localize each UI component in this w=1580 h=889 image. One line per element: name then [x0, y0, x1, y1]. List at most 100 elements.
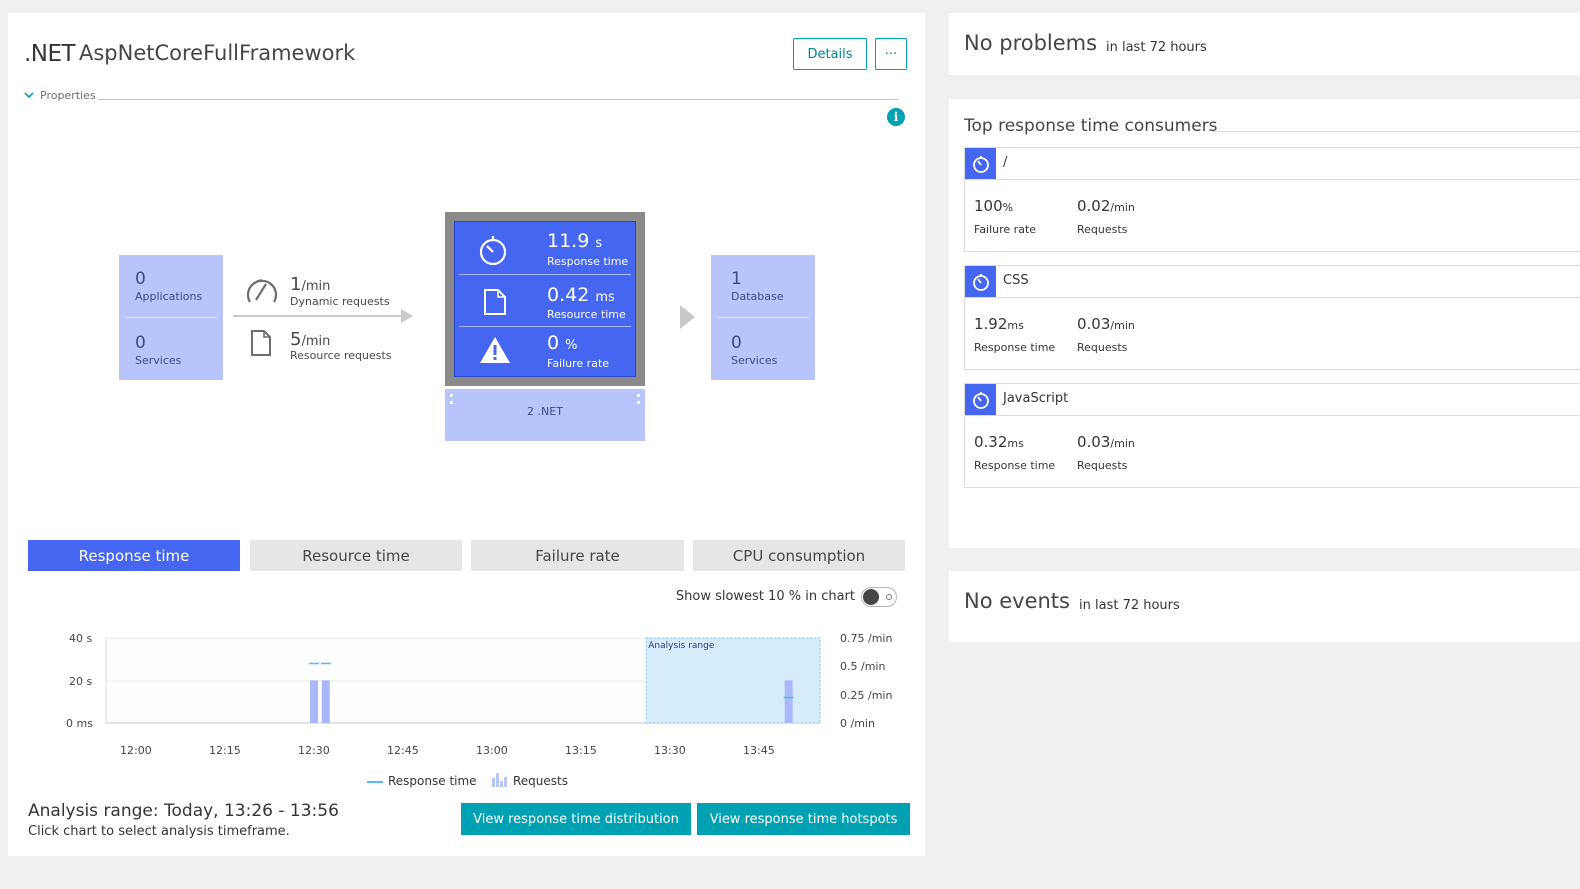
analysis-range-label: Analysis range — [648, 641, 715, 651]
consumer-card[interactable]: CSS 1.92ms Response time 0.03/min Reques… — [964, 265, 1580, 370]
more-actions-button[interactable]: ··· — [875, 38, 907, 70]
view-hotspots-button[interactable]: View response time hotspots — [697, 803, 910, 835]
x-tick-label: 12:30 — [298, 744, 330, 757]
consumer-metric-2-label: Requests — [1077, 223, 1128, 236]
request-icon — [965, 148, 996, 179]
x-axis-ticks: 12:00 12:15 12:30 12:45 13:00 13:15 13:30 13:45 — [8, 744, 925, 760]
response-time-chart[interactable]: 40 s 20 s 0 ms 0.75 /min 0.5 /min 0.25 /… — [8, 623, 925, 798]
info-icon[interactable]: i — [887, 108, 905, 126]
services-count: 0 — [135, 333, 146, 353]
consumer-metric-1-value: 0.32ms — [974, 433, 1024, 451]
service-name: AspNetCoreFullFramework — [79, 41, 356, 65]
services-label: Services — [135, 354, 182, 367]
consumer-name[interactable]: CSS — [1003, 273, 1029, 288]
speedometer-icon — [246, 279, 278, 303]
tab-failure-rate[interactable]: Failure rate — [471, 540, 684, 571]
divider — [459, 326, 631, 327]
service-metrics-box[interactable]: 11.9 s Response time 0.42 ms Resource ti… — [454, 221, 636, 377]
toggle-label: Show slowest 10 % in chart — [675, 589, 855, 604]
properties-toggle[interactable]: Properties — [24, 89, 898, 105]
slowest-toggle[interactable] — [861, 587, 897, 607]
play-arrow-icon — [680, 305, 695, 329]
divider — [125, 317, 217, 318]
details-button[interactable]: Details — [793, 38, 867, 70]
request-icon — [965, 384, 996, 415]
toggle-off-icon — [886, 594, 892, 600]
consumer-metric-1-value: 100% — [974, 197, 1014, 215]
consumer-metric-2-value: 0.02/min — [1077, 197, 1135, 215]
callees-box[interactable]: 1 Database 0 Services — [711, 255, 815, 380]
document-icon — [484, 289, 506, 315]
x-tick-label: 13:00 — [476, 744, 508, 757]
services-label: Services — [731, 354, 778, 367]
x-tick-label: 12:45 — [387, 744, 419, 757]
consumer-metric-2-label: Requests — [1077, 341, 1128, 354]
tab-resource-time[interactable]: Resource time — [250, 540, 462, 571]
events-subtitle: in last 72 hours — [1079, 598, 1180, 613]
toggle-knob — [863, 589, 879, 605]
legend-requests: Requests — [513, 774, 568, 788]
consumer-header: / — [965, 148, 1580, 180]
chart-plot[interactable]: Analysis range — [8, 623, 925, 753]
consumer-card[interactable]: JavaScript 0.32ms Response time 0.03/min… — [964, 383, 1580, 488]
applications-count: 0 — [135, 269, 146, 289]
consumer-metric-2-value: 0.03/min — [1077, 433, 1135, 451]
consumer-name[interactable]: JavaScript — [1003, 391, 1068, 406]
response-time-value: 11.9 s — [547, 230, 603, 252]
drag-handle-icon — [637, 394, 640, 404]
requests-bar[interactable] — [310, 680, 318, 723]
x-tick-label: 13:45 — [743, 744, 775, 757]
resource-time-value: 0.42 ms — [547, 284, 615, 306]
properties-divider — [98, 99, 898, 100]
analysis-range-hint: Click chart to select analysis timeframe… — [28, 824, 290, 839]
x-tick-label: 13:30 — [654, 744, 686, 757]
tab-response-time[interactable]: Response time — [28, 540, 240, 571]
consumer-header: JavaScript — [965, 384, 1580, 416]
response-time-label: Response time — [547, 255, 629, 268]
legend-line-icon — [367, 781, 383, 783]
consumer-metric-1-label: Response time — [974, 459, 1056, 472]
warning-icon — [480, 337, 510, 363]
consumer-metric-1-value: 1.92ms — [974, 315, 1024, 333]
failure-rate-label: Failure rate — [547, 357, 610, 370]
service-overview-panel: .NET AspNetCoreFullFramework Details ···… — [8, 13, 925, 856]
database-label: Database — [731, 290, 784, 303]
consumer-header: CSS — [965, 266, 1580, 298]
database-count: 1 — [731, 269, 742, 289]
consumers-divider — [1212, 131, 1580, 132]
technology-label: .NET — [24, 41, 76, 67]
x-tick-label: 12:00 — [120, 744, 152, 757]
instances-label: 2 .NET — [527, 405, 563, 418]
events-panel[interactable]: No events in last 72 hours — [949, 571, 1580, 642]
consumer-card[interactable]: / 100% Failure rate 0.02/min Requests — [964, 147, 1580, 252]
consumer-name[interactable]: / — [1003, 155, 1007, 170]
requests-bar[interactable] — [784, 680, 793, 723]
request-icon — [965, 266, 996, 297]
view-distribution-button[interactable]: View response time distribution — [461, 803, 691, 835]
x-tick-label: 13:15 — [565, 744, 597, 757]
legend-bars-icon — [492, 773, 507, 787]
problems-panel[interactable]: No problems in last 72 hours — [949, 13, 1580, 75]
events-title: No events — [964, 589, 1070, 613]
resource-requests-label: Resource requests — [290, 349, 392, 362]
legend-response-time: Response time — [388, 774, 477, 788]
chevron-down-icon — [24, 92, 34, 99]
flow-arrow — [233, 309, 413, 323]
divider — [717, 317, 809, 318]
x-tick-label: 12:15 — [209, 744, 241, 757]
problems-title: No problems — [964, 31, 1098, 55]
consumer-metric-1-label: Response time — [974, 341, 1056, 354]
analysis-range-title: Analysis range: Today, 13:26 - 13:56 — [28, 801, 339, 821]
document-icon — [251, 330, 271, 356]
stopwatch-icon — [479, 236, 507, 266]
services-count: 0 — [731, 333, 742, 353]
consumer-metric-2-value: 0.03/min — [1077, 315, 1135, 333]
failure-rate-value: 0 % — [547, 332, 578, 354]
consumer-metric-2-label: Requests — [1077, 459, 1128, 472]
tab-cpu-consumption[interactable]: CPU consumption — [693, 540, 905, 571]
dynamic-requests-value: 1/min — [290, 274, 331, 295]
callers-box[interactable]: 0 Applications 0 Services — [119, 255, 223, 380]
consumer-metric-1-label: Failure rate — [974, 223, 1037, 236]
instances-box[interactable]: 2 .NET — [445, 389, 645, 441]
requests-bar[interactable] — [321, 680, 330, 723]
